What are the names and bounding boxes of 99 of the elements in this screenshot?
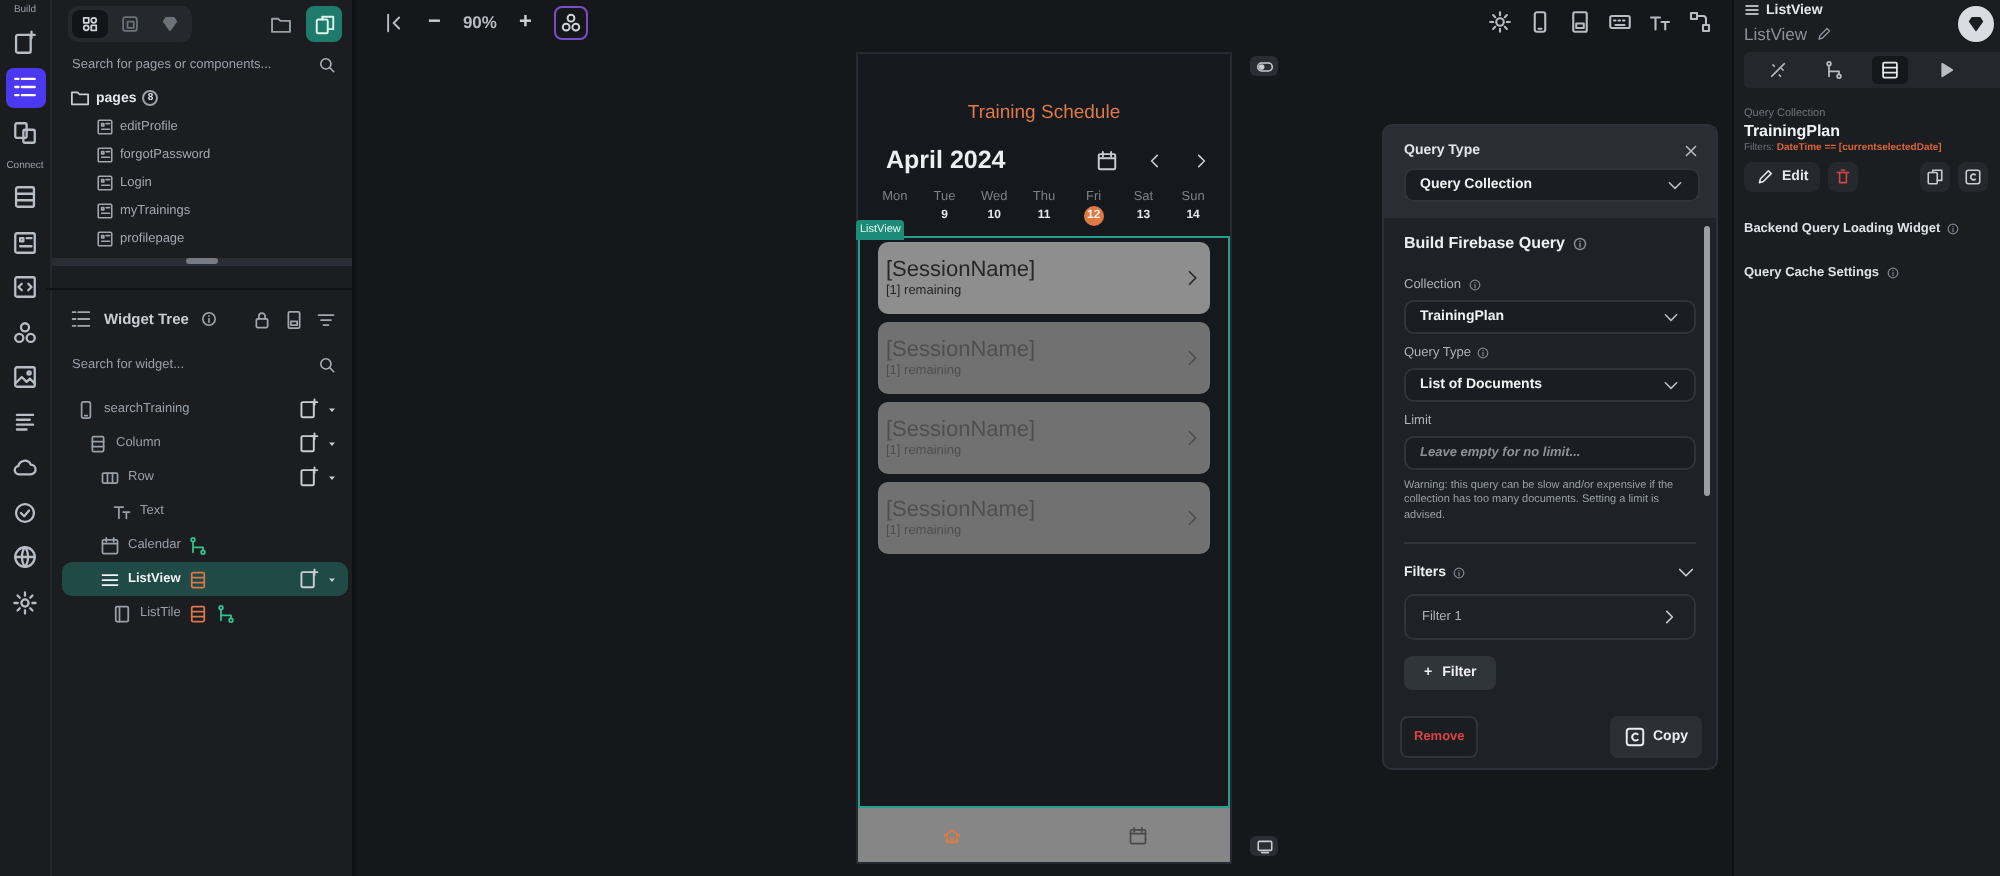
folder-icon bbox=[70, 88, 90, 108]
add-widget-icon[interactable] bbox=[298, 466, 320, 488]
globe-icon bbox=[12, 544, 38, 570]
section-title: Build Firebase Query bbox=[1404, 234, 1565, 252]
tree-list-icon bbox=[70, 308, 92, 330]
play-icon bbox=[1936, 60, 1956, 80]
collection-name: TrainingPlan bbox=[1744, 122, 1843, 140]
resize-handle[interactable] bbox=[186, 258, 218, 264]
document-icon bbox=[12, 229, 38, 255]
copy-button[interactable] bbox=[1920, 162, 1950, 192]
gem-icon bbox=[160, 14, 180, 34]
folder-icon bbox=[269, 13, 291, 35]
card-title: [SessionName] bbox=[886, 258, 1038, 282]
close-icon[interactable] bbox=[1682, 142, 1700, 160]
phone-icon[interactable] bbox=[1528, 10, 1552, 34]
chevron-left-icon[interactable] bbox=[1146, 151, 1164, 169]
copy-icon bbox=[1623, 726, 1645, 748]
tablet-icon[interactable] bbox=[1568, 10, 1592, 34]
lock-icon[interactable] bbox=[252, 309, 272, 329]
branch-icon bbox=[1824, 60, 1844, 80]
monitor-button[interactable] bbox=[1250, 836, 1278, 856]
search-icon[interactable] bbox=[318, 356, 336, 374]
zoom-out-button[interactable]: − bbox=[424, 10, 445, 34]
calendar-icon bbox=[100, 535, 120, 555]
collapse-icon[interactable] bbox=[384, 11, 406, 33]
tree-list-icon bbox=[12, 74, 38, 100]
mode-tab[interactable] bbox=[72, 10, 108, 38]
chevron-right-icon[interactable] bbox=[1192, 151, 1210, 169]
filter-icon[interactable] bbox=[316, 309, 336, 329]
info-icon[interactable] bbox=[200, 310, 219, 328]
info-icon[interactable] bbox=[1452, 565, 1467, 580]
code-icon bbox=[12, 274, 38, 300]
toggle-icon bbox=[1255, 57, 1273, 75]
pencil-icon bbox=[1756, 168, 1774, 186]
add-widget-icon[interactable] bbox=[298, 432, 320, 454]
gem-button[interactable] bbox=[1958, 6, 1994, 42]
phone-icon bbox=[76, 399, 96, 419]
chevron-down-icon bbox=[1662, 376, 1680, 394]
list-icon bbox=[1744, 2, 1760, 18]
info-icon[interactable] bbox=[1885, 266, 1900, 280]
monitor-icon bbox=[1255, 837, 1273, 855]
tile-icon bbox=[112, 603, 132, 623]
circles-icon bbox=[559, 11, 582, 33]
cloud-icon bbox=[12, 454, 38, 480]
gem-icon bbox=[1966, 14, 1986, 34]
duplicate-icon bbox=[1926, 168, 1944, 186]
document-icon bbox=[96, 201, 114, 219]
column-icon bbox=[88, 433, 108, 453]
page-plus-icon bbox=[12, 29, 38, 55]
rail-item[interactable] bbox=[5, 67, 45, 107]
lines-icon bbox=[12, 409, 38, 435]
wand-icon bbox=[1768, 60, 1788, 80]
rows-icon bbox=[1880, 60, 1900, 80]
chevron-down-icon bbox=[1666, 176, 1684, 194]
check-circle-icon bbox=[12, 499, 38, 525]
scrollbar[interactable] bbox=[1704, 226, 1710, 496]
search-icon[interactable] bbox=[318, 56, 336, 74]
document-icon bbox=[96, 173, 114, 191]
text-size-icon[interactable] bbox=[1648, 10, 1672, 34]
widget-name: ListView bbox=[1744, 24, 1807, 44]
rows-icon bbox=[12, 184, 38, 210]
properties-tab[interactable] bbox=[1872, 56, 1908, 84]
circles-icon bbox=[12, 319, 38, 345]
widgets-icon bbox=[80, 14, 100, 34]
month-label: April 2024 bbox=[886, 146, 1008, 174]
info-icon[interactable] bbox=[1476, 346, 1491, 360]
page-title: Training Schedule bbox=[965, 102, 1123, 124]
info-icon[interactable] bbox=[1946, 222, 1961, 236]
add-widget-icon[interactable] bbox=[298, 398, 320, 420]
info-icon[interactable] bbox=[1572, 235, 1589, 251]
row-icon bbox=[100, 467, 120, 487]
layers-icon bbox=[12, 119, 38, 145]
add-widget-icon[interactable] bbox=[298, 568, 320, 590]
zoom-level: 90% bbox=[462, 12, 497, 32]
duplicate-icon bbox=[313, 13, 335, 35]
document-icon bbox=[96, 145, 114, 163]
chevron-down-icon bbox=[1662, 308, 1680, 326]
delete-button[interactable] bbox=[1828, 162, 1859, 192]
keyboard-icon[interactable] bbox=[1608, 10, 1632, 34]
toggle-button[interactable] bbox=[1250, 56, 1278, 76]
paste-button[interactable] bbox=[1958, 162, 1988, 192]
image-icon bbox=[12, 364, 38, 390]
list-icon bbox=[100, 569, 120, 589]
text-icon bbox=[112, 501, 132, 521]
connector-icon[interactable] bbox=[1688, 10, 1712, 34]
zoom-in-button[interactable]: + bbox=[514, 10, 536, 34]
tablet-icon[interactable] bbox=[284, 309, 304, 329]
duplicate-button[interactable] bbox=[306, 6, 342, 42]
info-icon[interactable] bbox=[1467, 278, 1482, 292]
settings-icon bbox=[12, 589, 38, 615]
magic-button[interactable] bbox=[553, 5, 588, 39]
chevron-right-icon bbox=[1660, 608, 1678, 627]
pencil-icon[interactable] bbox=[1815, 26, 1831, 42]
sun-icon[interactable] bbox=[1488, 10, 1512, 34]
copy-icon bbox=[1964, 168, 1982, 186]
document-icon bbox=[96, 117, 114, 135]
component-icon bbox=[120, 14, 140, 34]
delete-icon bbox=[1834, 168, 1853, 186]
document-icon bbox=[96, 229, 114, 247]
